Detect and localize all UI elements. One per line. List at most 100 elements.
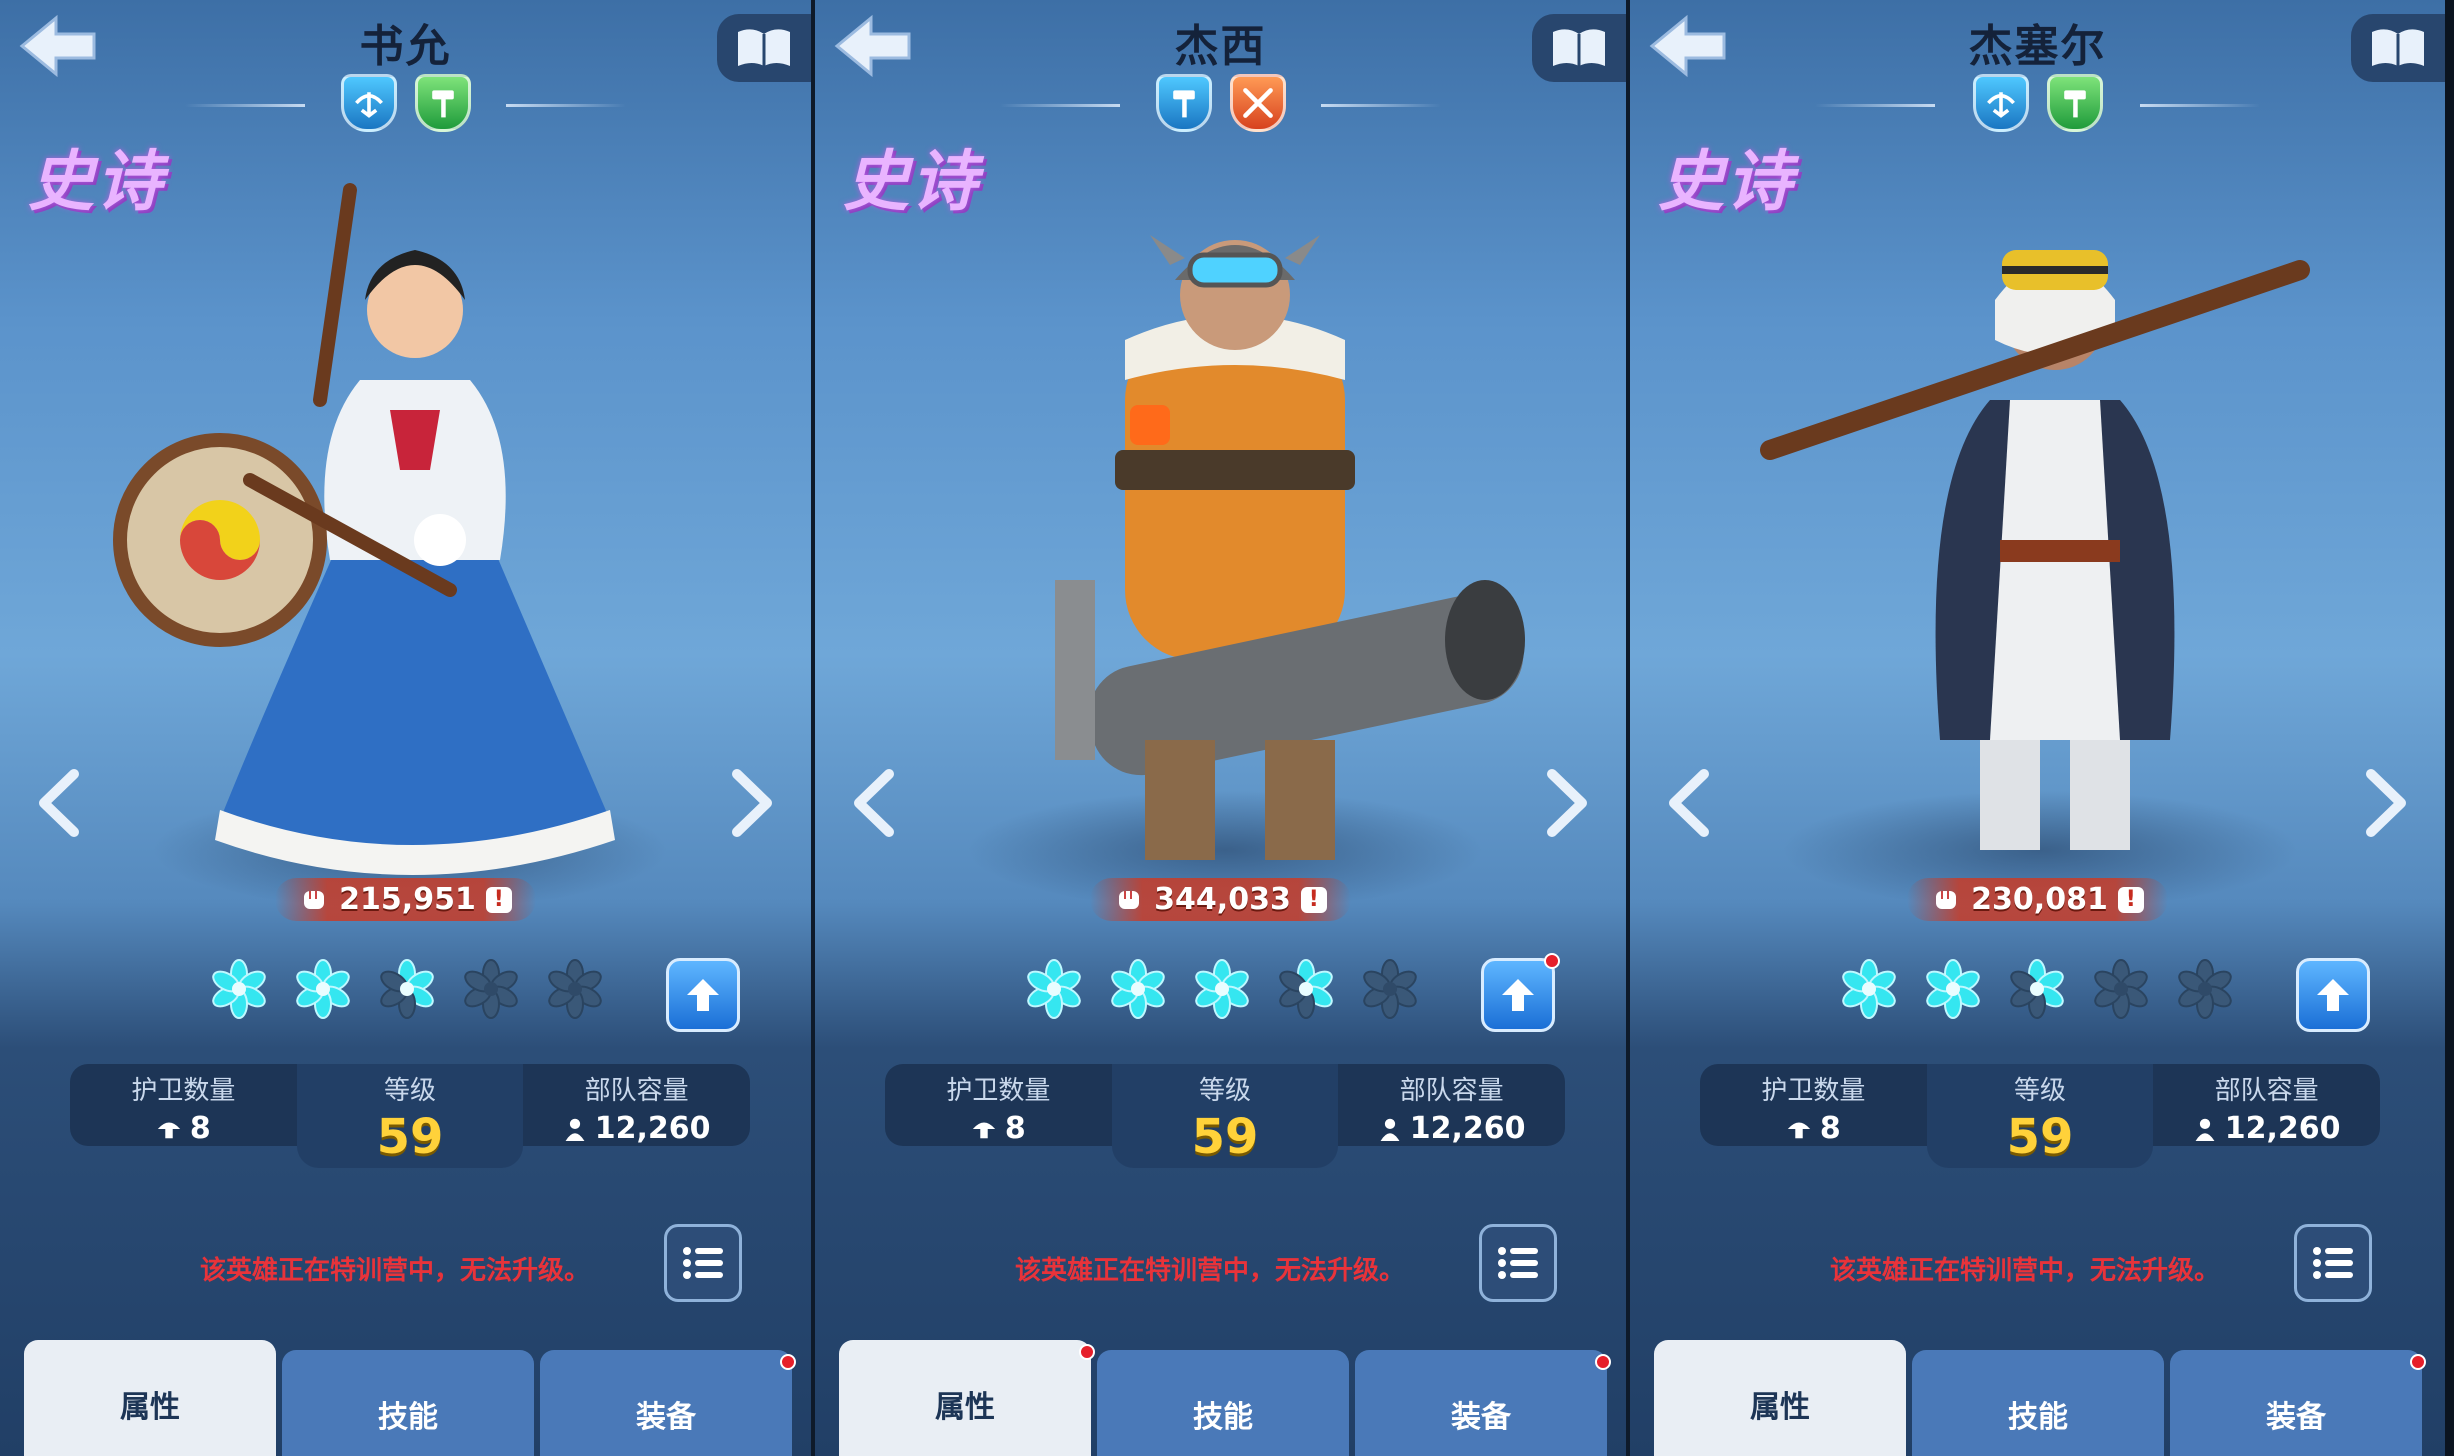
tab-attributes[interactable]: 属性 [839, 1340, 1095, 1456]
chevron-right-icon [2366, 769, 2406, 837]
star-rank-icon [292, 958, 354, 1020]
person-icon [565, 1118, 585, 1141]
star-upgrade-button[interactable] [1481, 953, 1560, 1032]
hammer-icon[interactable] [2046, 74, 2103, 132]
details-list-button[interactable] [664, 1224, 742, 1302]
power-value: 215,951 [339, 882, 476, 917]
guard-count-stat: 护卫数量 8 [70, 1064, 297, 1146]
tab-equipment[interactable]: 装备 [2170, 1350, 2426, 1456]
previous-hero-button[interactable] [849, 768, 899, 838]
tab-skills[interactable]: 技能 [1097, 1350, 1349, 1456]
hero-guide-button[interactable] [717, 14, 811, 82]
fist-icon [1119, 890, 1140, 909]
stat-label: 等级 [384, 1076, 437, 1106]
power-pill[interactable]: 230,081 ! [1907, 878, 2168, 921]
stat-value: 12,260 [1338, 1111, 1565, 1146]
crossbow-icon[interactable] [1972, 74, 2029, 132]
stat-label: 部队容量 [2214, 1076, 2319, 1106]
hero-name: 书允 [359, 21, 452, 72]
stats-bar: 护卫数量 8 等级 59 部队容量 12,260 [1700, 1064, 2380, 1168]
star-rank-icon [2006, 958, 2068, 1020]
tab-attributes[interactable]: 属性 [1654, 1340, 1906, 1456]
tab-skills[interactable]: 技能 [282, 1350, 534, 1456]
stat-label: 等级 [2014, 1076, 2067, 1106]
hero-name: 杰塞尔 [1968, 21, 2107, 72]
tab-attributes[interactable]: 属性 [24, 1340, 276, 1456]
troop-capacity-stat: 部队容量 12,260 [523, 1064, 750, 1146]
hero-name: 杰西 [1174, 21, 1267, 72]
upgrade-blocked-notice: 该英雄正在特训营中，无法升级。 [1015, 1256, 1406, 1286]
next-hero-button[interactable] [2361, 768, 2411, 838]
star-rank-icon [2090, 958, 2152, 1020]
mushroom-icon [1787, 1122, 1811, 1138]
details-list-button[interactable] [2294, 1224, 2372, 1302]
tab-label: 属性 [1750, 1390, 1810, 1425]
title-divider [1321, 104, 1441, 107]
details-list-button[interactable] [1479, 1224, 1557, 1302]
bottom-tabs: 属性 技能 装备 [839, 1340, 1611, 1456]
hero-character-art [925, 180, 1525, 900]
stat-value: 12,260 [523, 1111, 750, 1146]
tab-label: 技能 [1193, 1400, 1253, 1435]
power-pill[interactable]: 215,951 ! [275, 878, 536, 921]
tab-label: 技能 [378, 1400, 438, 1435]
guard-count-stat: 护卫数量 8 [885, 1064, 1112, 1146]
crossbow-icon[interactable] [340, 74, 397, 132]
tab-equipment[interactable]: 装备 [1355, 1350, 1611, 1456]
star-upgrade-button[interactable] [2296, 958, 2370, 1032]
crossed-swords-icon[interactable] [1229, 74, 1286, 132]
next-hero-button[interactable] [1542, 768, 1592, 838]
title-divider [185, 104, 305, 107]
star-upgrade-button[interactable] [666, 958, 740, 1032]
star-rank [1023, 958, 1421, 1020]
power-display: 230,081 ! [1630, 878, 2445, 921]
power-value: 230,081 [1971, 882, 2108, 917]
chevron-right-icon [1547, 769, 1587, 837]
title-divider [1815, 104, 1935, 107]
bottom-tabs: 属性 技能 装备 [24, 1340, 796, 1456]
alert-icon[interactable]: ! [1300, 886, 1327, 913]
level-stat: 等级 59 [296, 1064, 524, 1168]
star-rank [1838, 958, 2236, 1020]
hammer-icon[interactable] [414, 74, 471, 132]
tab-equipment[interactable]: 装备 [540, 1350, 796, 1456]
hammer-icon[interactable] [1155, 74, 1212, 132]
star-rank-icon [544, 958, 606, 1020]
arrow-up-icon [687, 979, 719, 1011]
alert-icon[interactable]: ! [2117, 886, 2144, 913]
stat-label: 部队容量 [584, 1076, 689, 1106]
tab-label: 装备 [1451, 1400, 1511, 1435]
hero-guide-button[interactable] [1532, 14, 1626, 82]
hero-guide-button[interactable] [2351, 14, 2445, 82]
hero-panel: 杰西 史诗 344,033 ! 护卫数量 8 等级 59 部队容量 12,260… [815, 0, 1630, 1456]
book-icon [738, 29, 790, 66]
tab-skills[interactable]: 技能 [1912, 1350, 2164, 1456]
chevron-left-icon [854, 769, 894, 837]
notification-dot [2410, 1354, 2426, 1370]
upgrade-blocked-notice: 该英雄正在特训营中，无法升级。 [1830, 1256, 2221, 1286]
level-stat: 等级 59 [1926, 1064, 2154, 1168]
bottom-tabs: 属性 技能 装备 [1654, 1340, 2426, 1456]
alert-icon[interactable]: ! [485, 886, 512, 913]
stats-bar: 护卫数量 8 等级 59 部队容量 12,260 [885, 1064, 1565, 1168]
upgrade-blocked-notice: 该英雄正在特训营中，无法升级。 [200, 1256, 591, 1286]
previous-hero-button[interactable] [34, 768, 84, 838]
star-rank-icon [2174, 958, 2236, 1020]
stat-value: 12,260 [2153, 1111, 2380, 1146]
next-hero-button[interactable] [727, 768, 777, 838]
stat-label: 部队容量 [1399, 1076, 1504, 1106]
power-pill[interactable]: 344,033 ! [1090, 878, 1351, 921]
guard-count-stat: 护卫数量 8 [1700, 1064, 1927, 1146]
chevron-left-icon [1669, 769, 1709, 837]
list-icon [1498, 1247, 1538, 1279]
stat-value: 8 [70, 1111, 297, 1146]
person-icon [1380, 1118, 1400, 1141]
previous-hero-button[interactable] [1664, 768, 1714, 838]
level-value: 59 [2006, 1109, 2074, 1165]
notification-dot [1595, 1354, 1611, 1370]
power-value: 344,033 [1154, 882, 1291, 917]
hero-class-badges [1630, 74, 2445, 132]
star-rank-icon [1359, 958, 1421, 1020]
troop-capacity-value: 12,260 [1409, 1111, 1526, 1146]
star-rank [208, 958, 606, 1020]
